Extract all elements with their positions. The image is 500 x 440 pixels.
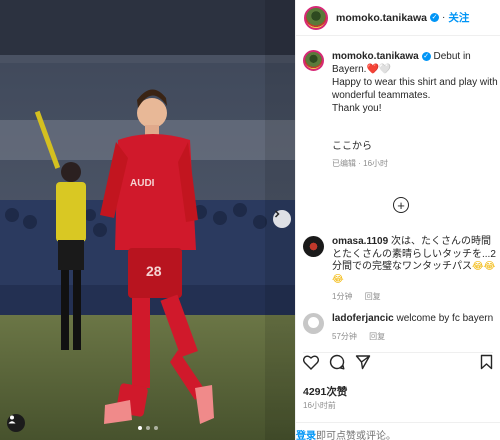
follow-button[interactable]: 关注 [448,10,469,25]
post-header: momoko.tanikawa ✓ · 关注 [296,0,500,36]
next-photo-button[interactable] [273,210,291,228]
player-photo-illustration: AUDI 28 [0,0,295,440]
comment-item: ladoferjancic welcome by fc bayern 57分钟 … [303,313,498,343]
like-icon [302,354,320,375]
shorts-number: 28 [146,263,162,279]
comment-text: welcome by fc bayern [396,313,494,324]
reply-button[interactable]: 回复 [365,292,381,301]
caption-time: 16小时 [363,159,389,168]
action-bar [302,352,493,375]
post-photo[interactable]: AUDI 28 [0,0,295,440]
post-caption: momoko.tanikawa ✓ Debut in Bayern.❤️🤍 Hap… [303,50,498,170]
more-comments-button[interactable]: + [393,197,409,213]
commenter-username[interactable]: ladoferjancic [332,313,394,324]
header-separator: · [442,12,446,23]
red-heart-emoji: ❤️ [366,64,379,75]
white-heart-emoji: 🤍 [378,64,392,75]
user-tag-button[interactable] [7,414,25,432]
caption-thanks: Thank you! [332,103,382,114]
more-comments-icon: + [397,197,405,213]
carousel-dot [146,426,150,430]
carousel-dots [138,426,158,430]
commenter-avatar[interactable] [303,313,324,334]
reply-button[interactable]: 回复 [369,332,385,341]
verified-icon: ✓ [421,51,431,61]
caption-line1: Debut in [433,51,471,62]
verified-icon: ✓ [430,13,440,22]
share-icon [355,354,371,375]
carousel-dot [154,426,158,430]
jersey-text: AUDI [130,178,155,189]
author-avatar[interactable] [304,5,328,30]
caption-extra: ここから [332,141,372,152]
share-button[interactable] [355,354,371,375]
comment-time: 1分钟 [332,292,353,301]
login-prompt-text: 即可点赞或评论。 [316,431,396,440]
comment-time: 57分钟 [332,331,357,341]
commenter-avatar[interactable] [303,236,324,257]
login-link[interactable]: 登录 [296,431,316,440]
comment-item: omasa.1109 次は、たくさんの時間とたくさんの素晴らしいタッチを...2… [303,236,498,304]
author-username[interactable]: momoko.tanikawa [336,12,427,24]
like-button[interactable] [302,354,320,375]
caption-avatar[interactable] [303,50,324,71]
comment-icon [329,354,345,375]
comment-button[interactable] [329,354,345,375]
commenter-username[interactable]: omasa.1109 [332,236,388,247]
post-time: 16小时前 [303,401,336,410]
login-prompt: 登录即可点赞或评论。 [295,422,500,440]
caption-text: Happy to wear this shirt and play with w… [332,77,498,101]
caption-meta: 已编辑 · 16小时 [332,157,498,170]
carousel-dot [138,426,142,430]
save-icon [480,354,493,375]
caption-username[interactable]: momoko.tanikawa [332,51,419,62]
save-button[interactable] [480,354,493,375]
edited-label: 已编辑 [332,159,356,168]
likes-count[interactable]: 4291次赞 [303,384,347,399]
caption-line2: Bayern. [332,64,367,75]
